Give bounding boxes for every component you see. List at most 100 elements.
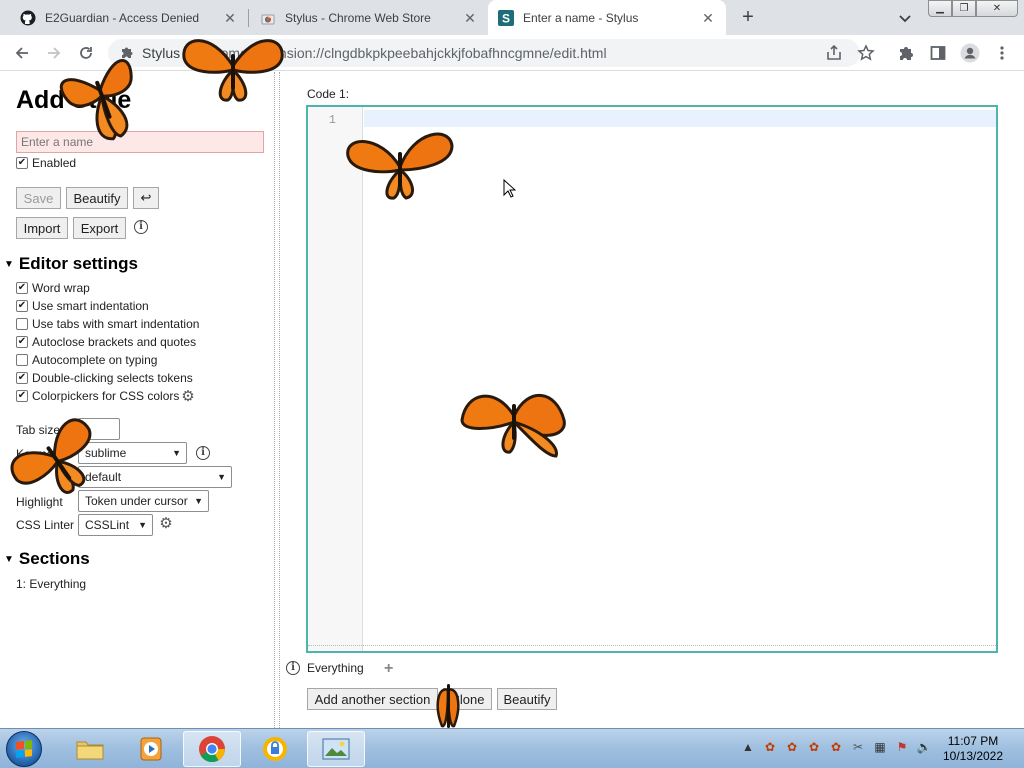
editor-resize-grip[interactable] [308, 645, 996, 649]
beautify-button[interactable]: Beautify [66, 187, 128, 209]
setting-autoclose-brackets[interactable]: ✔ Autoclose brackets and quotes [16, 334, 196, 350]
butterfly-tray-icon[interactable]: ✿ [784, 739, 800, 755]
setting-double-click-tokens[interactable]: ✔ Double-clicking selects tokens [16, 370, 193, 386]
butterfly-icon [182, 39, 284, 102]
line-number: 1 [328, 113, 336, 127]
more-menu-icon[interactable] [992, 43, 1012, 63]
back-icon[interactable] [12, 43, 32, 63]
panel-resize-handle[interactable] [274, 72, 280, 728]
new-tab-button[interactable]: + [736, 6, 760, 30]
site-name: Stylus [142, 45, 181, 61]
chrome-taskbar-icon[interactable] [183, 731, 241, 767]
checkbox-unchecked-icon[interactable] [16, 318, 28, 330]
profile-avatar-icon[interactable] [960, 43, 980, 63]
butterfly-icon [59, 59, 133, 141]
setting-word-wrap[interactable]: ✔ Word wrap [16, 280, 90, 296]
applies-to-row: i Everything [286, 661, 364, 675]
undo-button[interactable]: ↩ [133, 187, 159, 209]
close-icon[interactable]: ✕ [222, 10, 238, 26]
checkbox-unchecked-icon[interactable] [16, 354, 28, 366]
restore-icon[interactable]: ❐ [952, 0, 976, 17]
butterfly-icon [436, 684, 460, 728]
windows-logo-icon [16, 740, 32, 758]
sections-header[interactable]: ▼ Sections [4, 549, 90, 569]
minimize-icon[interactable]: ▁ [928, 0, 952, 17]
butterfly-icon [346, 132, 454, 200]
close-window-icon[interactable]: ✕ [976, 0, 1018, 17]
security-app-icon[interactable] [246, 731, 304, 767]
taskbar-clock[interactable]: 11:07 PM 10/13/2022 [930, 734, 1016, 764]
setting-smart-indentation[interactable]: ✔ Use smart indentation [16, 298, 149, 314]
tray-up-arrow-icon[interactable]: ▲ [740, 739, 756, 755]
add-applies-to-icon[interactable]: + [384, 661, 393, 677]
save-button[interactable]: Save [16, 187, 61, 209]
add-another-section-button[interactable]: Add another section [307, 688, 438, 710]
caret-down-icon: ▼ [4, 553, 14, 565]
section-list-item[interactable]: 1: Everything [16, 577, 86, 591]
info-icon[interactable]: i [196, 446, 210, 460]
action-center-flag-icon[interactable]: ⚑ [894, 739, 910, 755]
dropdown-arrow-icon: ▼ [194, 496, 203, 506]
extensions-icon[interactable] [896, 43, 916, 63]
checkbox-checked-icon[interactable]: ✔ [16, 390, 28, 402]
tab-strip: E2Guardian - Access Denied ✕ Stylus - Ch… [0, 0, 1024, 35]
import-button[interactable]: Import [16, 217, 68, 239]
dropdown-arrow-icon: ▼ [138, 520, 147, 530]
side-panel-icon[interactable] [928, 43, 948, 63]
file-explorer-icon[interactable] [61, 731, 119, 767]
close-icon[interactable]: ✕ [462, 10, 478, 26]
github-icon [20, 10, 36, 26]
sections-title: Sections [18, 549, 90, 568]
tools-tray-icon[interactable]: ✂ [850, 739, 866, 755]
tab-title: E2Guardian - Access Denied [45, 10, 200, 25]
clock-date: 10/13/2022 [942, 749, 1004, 763]
butterfly-tray-icon[interactable]: ✿ [806, 739, 822, 755]
bookmark-star-icon[interactable] [856, 43, 876, 63]
checkbox-checked-icon[interactable]: ✔ [16, 372, 28, 384]
css-linter-select[interactable]: CSSLint ▼ [78, 514, 153, 536]
gear-icon[interactable]: ⚙ [159, 516, 173, 531]
checkbox-checked-icon[interactable]: ✔ [16, 157, 28, 169]
info-icon[interactable]: i [286, 661, 300, 675]
gear-icon[interactable]: ⚙ [181, 389, 195, 404]
network-icon[interactable]: ▦ [872, 739, 888, 755]
image-viewer-icon[interactable] [307, 731, 365, 767]
setting-colorpickers[interactable]: ✔ Colorpickers for CSS colors [16, 388, 179, 404]
active-line[interactable] [364, 110, 996, 127]
system-tray: ▲ ✿ ✿ ✿ ✿ ✂ ▦ ⚑ 🔈 [740, 739, 932, 755]
tab-stylus-editor[interactable]: S Enter a name - Stylus ✕ [488, 0, 726, 35]
butterfly-tray-icon[interactable]: ✿ [828, 739, 844, 755]
checkbox-checked-icon[interactable]: ✔ [16, 336, 28, 348]
media-player-icon[interactable] [122, 731, 180, 767]
info-icon[interactable]: i [134, 220, 148, 234]
tab-title: Stylus - Chrome Web Store [285, 10, 431, 25]
share-icon[interactable] [824, 43, 844, 63]
checkbox-checked-icon[interactable]: ✔ [16, 300, 28, 312]
editor-settings-header[interactable]: ▼ Editor settings [4, 254, 138, 274]
butterfly-icon [460, 394, 566, 458]
tab-separator [248, 9, 249, 27]
setting-label: Use tabs with smart indentation [32, 317, 200, 331]
clock-time: 11:07 PM [947, 734, 999, 748]
setting-tabs-indentation[interactable]: Use tabs with smart indentation [16, 316, 199, 332]
beautify-section-button[interactable]: Beautify [497, 688, 557, 710]
svg-text:S: S [502, 11, 510, 25]
checkbox-checked-icon[interactable]: ✔ [16, 282, 28, 294]
tab-title: Enter a name - Stylus [523, 10, 639, 25]
export-button[interactable]: Export [73, 217, 126, 239]
dropdown-arrow-icon: ▼ [172, 448, 181, 458]
butterfly-tray-icon[interactable]: ✿ [762, 739, 778, 755]
setting-autocomplete[interactable]: Autocomplete on typing [16, 352, 157, 368]
butterfly-icon [10, 418, 92, 494]
applies-to-value[interactable]: Everything [307, 661, 364, 675]
chevron-down-icon[interactable] [896, 9, 914, 27]
close-icon[interactable]: ✕ [700, 10, 716, 26]
setting-label: Autocomplete on typing [32, 353, 158, 367]
enabled-checkbox[interactable]: ✔ Enabled [16, 155, 76, 171]
browser-toolbar: Stylus chrome-extension://clngdbkpkpeeba… [0, 35, 1024, 71]
start-button[interactable] [6, 731, 42, 767]
setting-label: Word wrap [32, 281, 90, 295]
chrome-web-store-icon [260, 10, 276, 26]
setting-label: Use smart indentation [32, 299, 149, 313]
enabled-label: Enabled [32, 156, 77, 170]
